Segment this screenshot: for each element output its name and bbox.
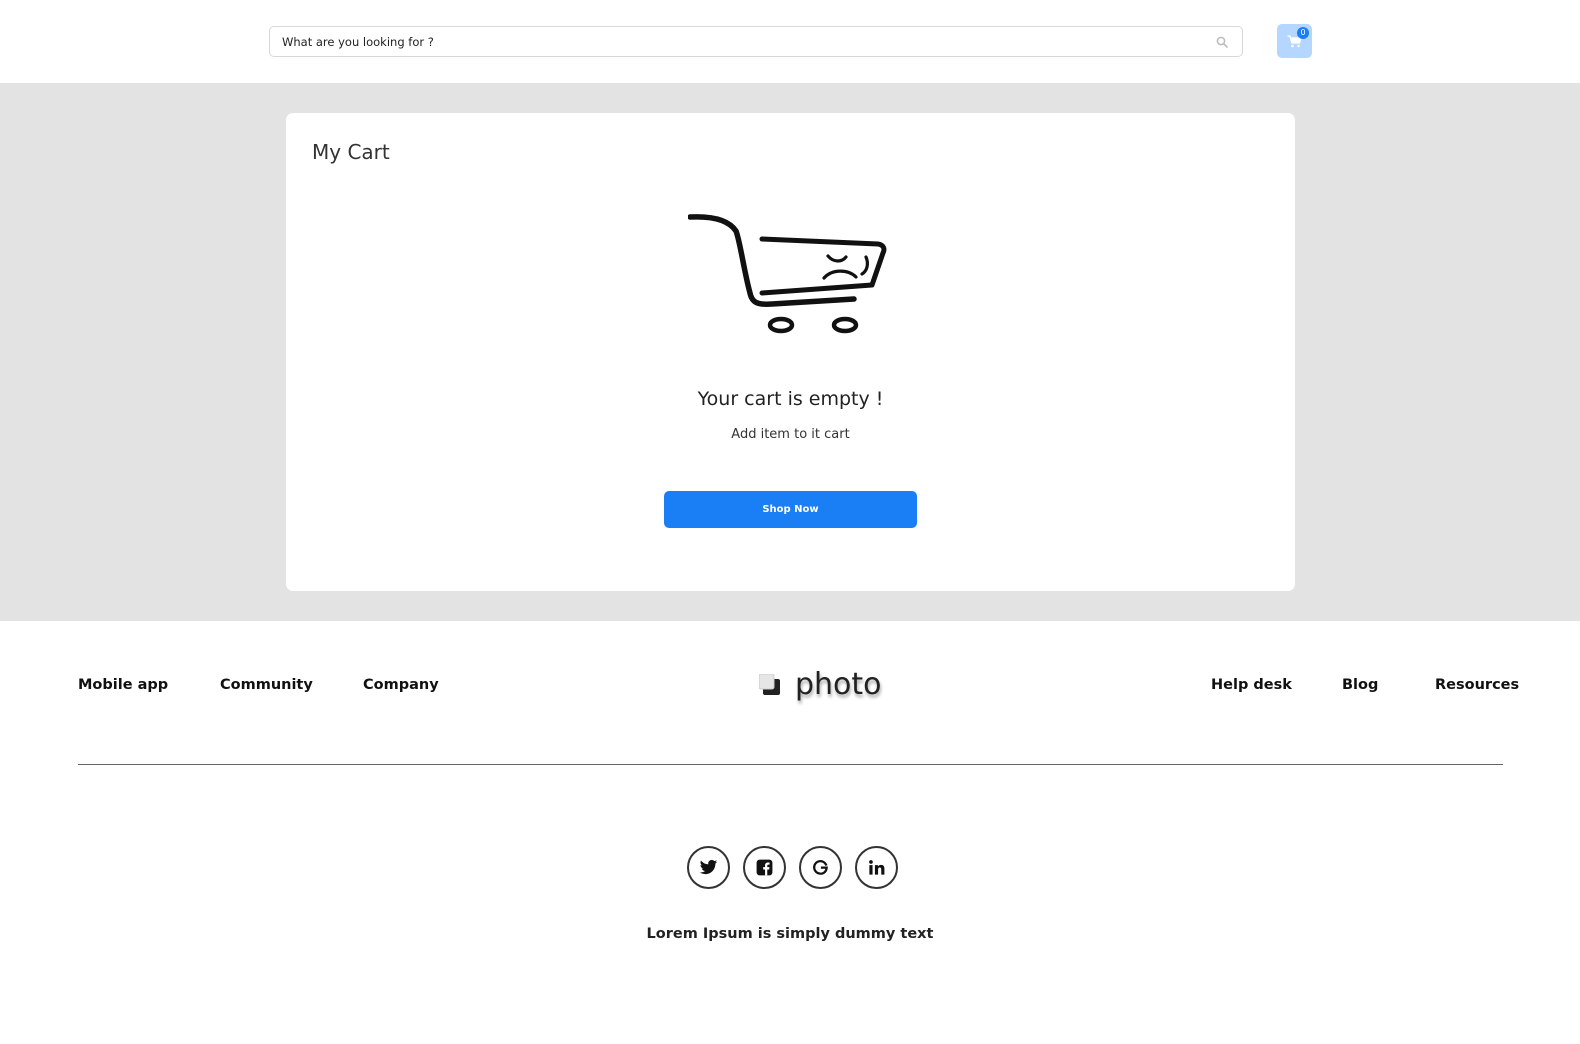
footer-tagline: Lorem Ipsum is simply dummy text — [646, 926, 934, 942]
cart-card: My Cart Your cart is empty ! Add item to… — [286, 113, 1295, 591]
footer-link-company[interactable]: Company — [363, 677, 439, 693]
linkedin-icon — [869, 860, 885, 875]
main-content: My Cart Your cart is empty ! Add item to… — [0, 83, 1580, 621]
footer-link-help-desk[interactable]: Help desk — [1211, 677, 1292, 693]
search-bar — [269, 26, 1243, 57]
search-input[interactable] — [270, 27, 1200, 56]
cart-button[interactable]: 0 — [1277, 24, 1312, 58]
logo-mark-icon — [759, 674, 780, 695]
empty-cart-title: Your cart is empty ! — [697, 388, 884, 410]
facebook-link[interactable] — [743, 846, 786, 889]
google-link[interactable] — [799, 846, 842, 889]
empty-cart-subtitle: Add item to it cart — [731, 427, 850, 442]
footer-divider — [78, 764, 1503, 765]
facebook-icon — [756, 859, 773, 876]
shop-now-button[interactable]: Shop Now — [664, 491, 917, 528]
twitter-link[interactable] — [687, 846, 730, 889]
google-icon — [813, 860, 828, 875]
footer: Mobile app Community Company photo Help … — [0, 621, 1580, 1044]
cart-count-badge: 0 — [1297, 27, 1309, 39]
search-icon[interactable] — [1216, 36, 1228, 48]
sad-cart-icon — [688, 214, 887, 334]
logo-text: photo — [795, 667, 882, 702]
footer-link-resources[interactable]: Resources — [1435, 677, 1519, 693]
top-header: 0 — [0, 0, 1580, 83]
footer-link-mobile-app[interactable]: Mobile app — [78, 677, 168, 693]
twitter-icon — [699, 859, 718, 875]
footer-link-blog[interactable]: Blog — [1342, 677, 1378, 693]
linkedin-link[interactable] — [855, 846, 898, 889]
page-title: My Cart — [312, 140, 390, 164]
footer-link-community[interactable]: Community — [220, 677, 313, 693]
